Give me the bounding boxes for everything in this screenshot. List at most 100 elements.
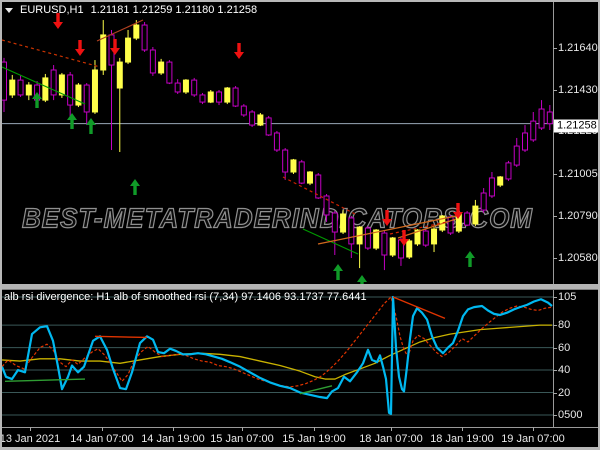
time-axis-label: 13 Jan 2021: [0, 433, 61, 445]
candle-body: [513, 145, 520, 166]
candle-body: [232, 87, 239, 107]
candle-body: [298, 161, 305, 184]
candle-body: [447, 216, 454, 234]
price-axis-label: 1.21430: [558, 83, 598, 96]
buy-arrow-icon: [86, 118, 96, 134]
candle-body: [224, 87, 231, 103]
candle-body: [381, 232, 388, 256]
candle-body: [216, 91, 223, 103]
candle-body: [306, 171, 313, 184]
symbol-period-label: EURUSD,H1: [20, 4, 84, 16]
indicator-axis-label: 105: [558, 291, 577, 303]
candle-body: [389, 237, 396, 256]
time-scale[interactable]: 13 Jan 2021 14 Jan 07:00 14 Jan 19:00 15 Ja…: [0, 428, 598, 447]
bear-divergence-line: [392, 296, 446, 320]
candle-body: [348, 217, 355, 245]
candle-body: [340, 213, 347, 233]
candle-body: [141, 24, 148, 51]
indicator-axis-label: 0500: [558, 409, 583, 421]
time-axis-label: 15 Jan 07:00: [210, 433, 274, 445]
indicator-axis-label: 60: [558, 341, 571, 354]
price-axis-label: 1.21005: [558, 167, 598, 180]
candle-body: [488, 177, 495, 197]
sell-arrow-icon: [234, 43, 244, 59]
candle-body: [472, 205, 479, 225]
candle-body: [174, 82, 181, 93]
buy-arrow-icon: [465, 251, 475, 267]
candle-body: [422, 230, 429, 246]
time-axis-tick: [102, 427, 103, 431]
candle-body: [249, 111, 256, 126]
time-axis-label: 18 Jan 07:00: [359, 433, 423, 445]
buy-arrow-icon: [67, 113, 77, 129]
indicator-subwindow-canvas[interactable]: [2, 289, 553, 427]
indicator-axis-tick: [553, 415, 557, 416]
candle-body: [530, 120, 537, 141]
candle-body: [265, 117, 272, 136]
candle-body: [431, 228, 438, 245]
price-axis-label: 1.21640: [558, 42, 598, 54]
bear-divergence-line: [94, 335, 148, 339]
smoothed-rsi-line: [2, 295, 553, 415]
indicator-header-label: alb rsi divergence: H1 alb of smoothed r…: [4, 291, 367, 303]
time-axis-tick: [242, 427, 243, 431]
time-axis-tick: [462, 427, 463, 431]
candle-body: [282, 149, 289, 173]
candle-body: [505, 162, 512, 180]
buy-arrow-icon: [32, 92, 42, 108]
price-axis-tick: [553, 173, 557, 175]
candle-body: [522, 132, 529, 151]
candle-body: [42, 77, 49, 101]
candle-body: [133, 24, 140, 39]
candle-body: [497, 176, 504, 186]
candle-body: [17, 79, 24, 96]
candle-body: [364, 227, 371, 249]
indicator-axis-tick: [553, 370, 557, 372]
candle-body: [406, 240, 413, 258]
sell-arrow-icon: [75, 40, 85, 56]
signal-ma-line: [2, 324, 552, 380]
bull-divergence-line: [4, 378, 86, 382]
candle-body: [480, 192, 487, 211]
candle-body: [257, 114, 264, 126]
window-border-left: [0, 0, 2, 450]
panel-separator-handle[interactable]: [0, 284, 600, 290]
price-axis-tick: [553, 89, 557, 91]
main-chart-canvas[interactable]: [2, 2, 553, 284]
buy-arrow-icon: [130, 179, 140, 195]
candle-body: [273, 132, 280, 151]
candle-body: [67, 74, 74, 106]
candle-body: [125, 37, 132, 63]
candle-body: [100, 34, 107, 71]
ohlc-values-label: 1.21181 1.21259 1.21180 1.21258: [90, 4, 258, 16]
candle-body: [464, 212, 471, 226]
candle-body: [290, 159, 297, 173]
chart-dropdown-icon[interactable]: [5, 7, 13, 13]
candle-body: [58, 74, 65, 96]
sell-arrow-icon: [382, 210, 392, 226]
candles-layer: [2, 20, 553, 271]
time-axis-label: 14 Jan 07:00: [70, 433, 134, 445]
price-scale[interactable]: 1.216401.214301.212201.210051.207901.205…: [554, 2, 598, 427]
price-axis-tick: [553, 257, 557, 259]
indicator-axis-label: 20: [558, 386, 571, 399]
candle-body: [191, 79, 198, 96]
indicator-axis-label: 80: [558, 319, 571, 332]
candle-body: [91, 69, 98, 113]
candle-body: [240, 105, 247, 116]
time-axis-tick: [30, 427, 31, 431]
indicator-axis-tick: [553, 392, 557, 394]
candle-body: [182, 79, 189, 93]
mt4-chart-window: BEST-METATRADERINDICATORS.COM EURUSD,H1 …: [0, 0, 600, 450]
time-axis-tick: [533, 427, 534, 431]
indicator-axis-tick: [553, 325, 557, 327]
time-axis-tick: [391, 427, 392, 431]
buy-arrow-icon: [357, 275, 367, 284]
price-axis-label: 1.20790: [558, 210, 598, 223]
indicator-axis-tick: [553, 347, 557, 349]
buy-arrow-icon: [333, 264, 343, 280]
candle-body: [207, 91, 214, 103]
candle-body: [546, 111, 553, 125]
chart-title-bar: EURUSD,H1 1.21181 1.21259 1.21180 1.2125…: [5, 4, 257, 16]
price-axis-tick: [553, 48, 557, 49]
